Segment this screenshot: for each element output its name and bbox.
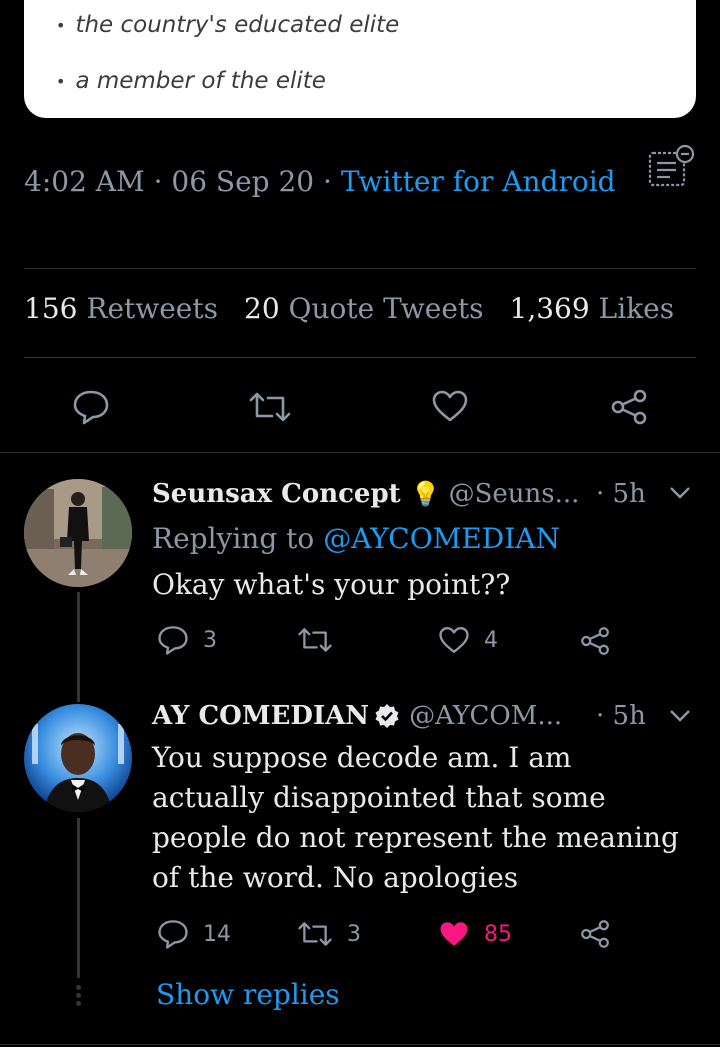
reply-icon <box>73 390 109 425</box>
reply-time-wrap: · 5h <box>596 479 646 509</box>
tweet-text: You suppose decode am. I am actually dis… <box>152 741 679 894</box>
card-item-text: a member of the elite <box>75 68 326 94</box>
avatar[interactable] <box>24 704 132 812</box>
thread-line <box>77 592 80 702</box>
divider <box>24 268 696 269</box>
bullet-icon: • <box>56 15 66 35</box>
replying-prefix: Replying to <box>152 522 315 555</box>
share-button[interactable] <box>609 388 649 426</box>
share-button[interactable] <box>579 918 611 950</box>
divider <box>24 357 696 358</box>
share-icon <box>581 627 609 655</box>
quotes-label: Quote Tweets <box>288 292 484 325</box>
divider <box>0 452 720 453</box>
share-icon <box>611 389 647 425</box>
divider <box>0 1044 720 1045</box>
show-replies-link[interactable]: Show replies <box>156 978 340 1011</box>
quotes-count: 20 <box>244 292 280 325</box>
retweet-button[interactable] <box>248 390 292 424</box>
card-item-text: the country's educated elite <box>75 12 400 38</box>
retweets-stat[interactable]: 156 Retweets <box>24 292 218 325</box>
retweet-button[interactable]: 3 <box>297 920 361 948</box>
likes-label: Likes <box>598 292 675 325</box>
reply-header: Seunsax Concept 💡 @Seuns... <box>152 479 579 509</box>
heart-icon <box>432 390 468 422</box>
like-count: 4 <box>484 627 498 653</box>
lightbulb-icon: 💡 <box>410 480 441 508</box>
card-list-item: • a member of the elite <box>56 68 326 94</box>
likes-stat[interactable]: 1,369 Likes <box>510 292 675 325</box>
mention-link[interactable]: @AYCOMEDIAN <box>323 522 560 555</box>
share-icon <box>581 920 609 948</box>
like-button[interactable]: 4 <box>438 625 498 655</box>
tweet-stats: 156 Retweets 20 Quote Tweets 1,369 Likes <box>24 292 674 325</box>
chevron-down-icon[interactable] <box>668 484 692 506</box>
like-button[interactable] <box>431 389 469 423</box>
avatar[interactable] <box>24 479 132 587</box>
reply-time: 5h <box>612 701 646 731</box>
retweet-count: 3 <box>347 921 361 947</box>
replying-to: Replying to @AYCOMEDIAN <box>152 522 560 555</box>
tweet-metadata: 4:02 AM · 06 Sep 20 · Twitter for Androi… <box>24 165 616 198</box>
tweet-analytics-icon[interactable] <box>646 143 696 189</box>
reply-time-wrap: · 5h <box>596 701 646 731</box>
reply-icon <box>158 626 188 655</box>
retweet-button[interactable] <box>297 626 333 654</box>
retweets-count: 156 <box>24 292 78 325</box>
likes-count: 1,369 <box>509 292 590 325</box>
tweet-time: 4:02 AM <box>24 165 145 198</box>
reply-button[interactable]: 3 <box>157 624 217 656</box>
user-handle[interactable]: @AYCOM... <box>409 701 562 731</box>
tweet-text: Okay what's your point?? <box>152 568 511 601</box>
like-count: 85 <box>484 921 512 947</box>
quote-tweets-stat[interactable]: 20 Quote Tweets <box>244 292 484 325</box>
reply-header: AY COMEDIAN @AYCOM... <box>152 701 562 731</box>
tweet-source-link[interactable]: Twitter for Android <box>341 165 616 198</box>
heart-icon <box>439 627 469 653</box>
chevron-down-icon[interactable] <box>668 707 692 729</box>
reply-button[interactable] <box>72 389 110 425</box>
retweets-label: Retweets <box>86 292 218 325</box>
reply-count: 3 <box>203 627 217 653</box>
share-button[interactable] <box>579 625 611 657</box>
reply-count: 14 <box>203 921 231 947</box>
tweet-date: 06 Sep 20 <box>171 165 315 198</box>
reply-button[interactable]: 14 <box>157 918 231 950</box>
reply-icon <box>158 920 188 949</box>
retweet-icon <box>249 392 291 422</box>
retweet-icon <box>298 628 332 652</box>
verified-badge-icon <box>373 702 401 730</box>
quoted-card[interactable]: • the country's educated elite • a membe… <box>24 0 696 118</box>
reply-time: 5h <box>612 479 646 509</box>
retweet-icon <box>298 922 332 946</box>
thread-dots <box>76 985 81 1006</box>
heart-filled-icon <box>440 922 468 946</box>
like-button[interactable]: 85 <box>438 919 512 949</box>
display-name[interactable]: Seunsax Concept <box>152 479 401 509</box>
user-handle[interactable]: @Seuns... <box>449 479 580 509</box>
display-name[interactable]: AY COMEDIAN <box>152 701 369 731</box>
thread-line <box>77 818 80 978</box>
bullet-icon: • <box>56 71 66 91</box>
card-list-item: • the country's educated elite <box>56 12 399 38</box>
